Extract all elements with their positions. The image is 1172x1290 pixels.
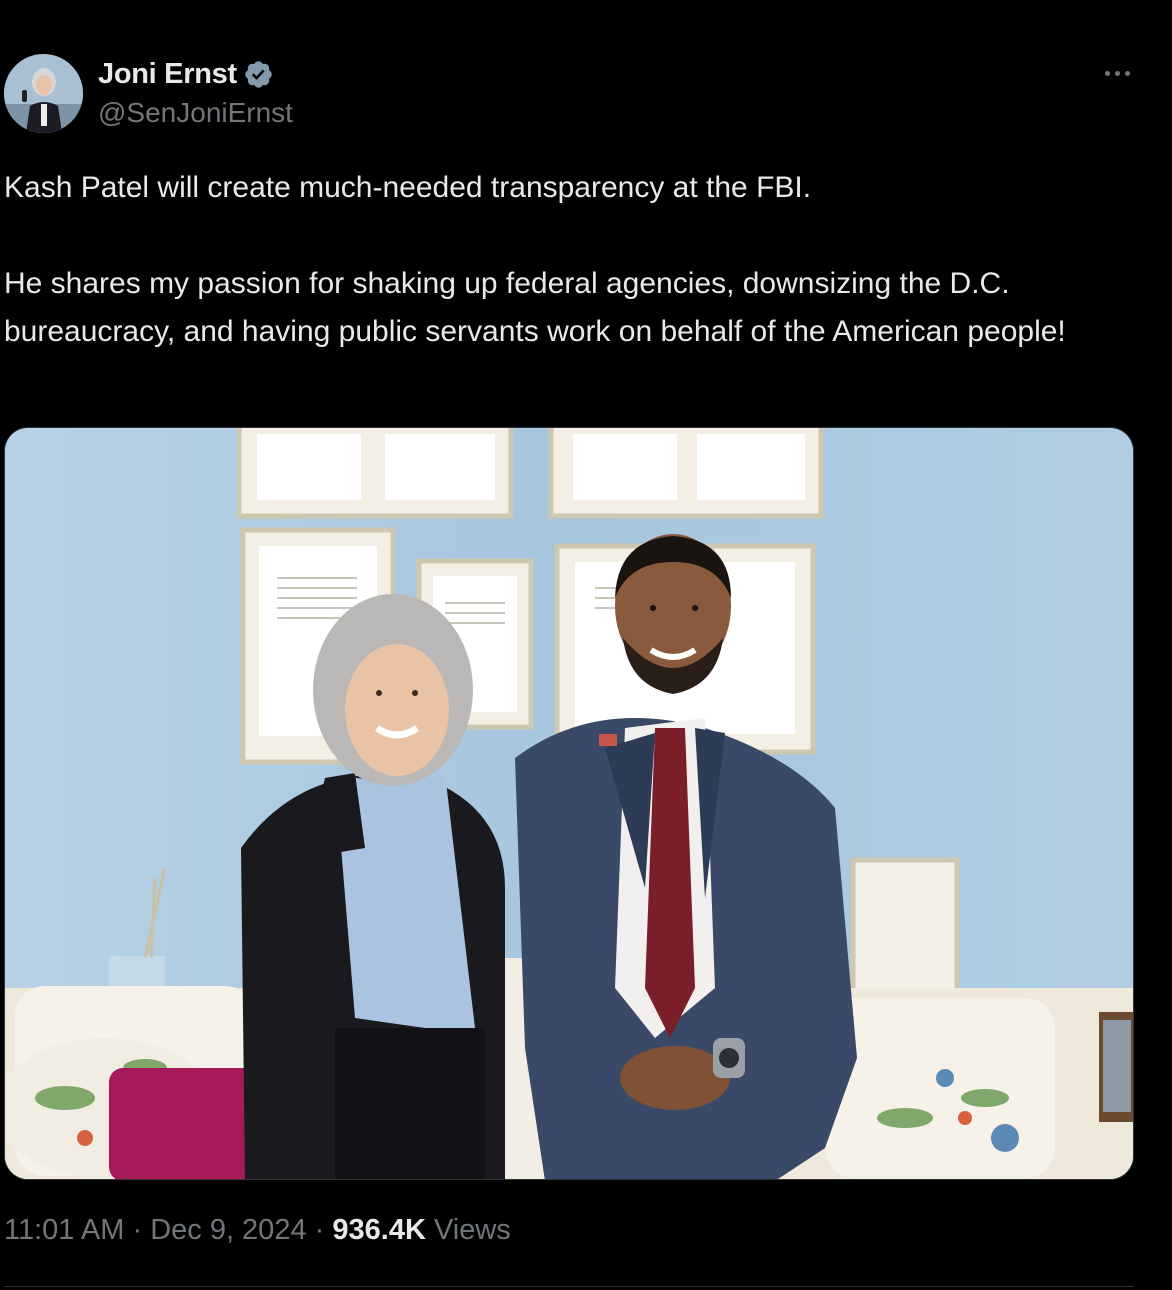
author-name-row: Joni Ernst <box>98 56 274 92</box>
views-label: Views <box>433 1214 511 1246</box>
tweet-photo[interactable] <box>4 427 1134 1180</box>
tweet-time: 11:01 AM <box>4 1214 125 1246</box>
tweet-text: Kash Patel will create much-needed trans… <box>4 164 1134 356</box>
avatar[interactable] <box>4 54 83 133</box>
tweet-timestamp[interactable]: 11:01 AM · Dec 9, 2024 <box>4 1214 307 1246</box>
author-handle[interactable]: @SenJoniErnst <box>98 97 293 129</box>
verified-badge-icon[interactable] <box>243 59 274 90</box>
tweet-date: Dec 9, 2024 <box>150 1214 307 1246</box>
divider <box>4 1286 1134 1287</box>
meta-separator: · <box>314 1214 325 1246</box>
author-display-name[interactable]: Joni Ernst <box>98 58 237 91</box>
views-count: 936.4K <box>332 1214 426 1246</box>
tweet-meta: 11:01 AM · Dec 9, 2024 · 936.4K Views <box>4 1214 511 1247</box>
tweet-paragraph: He shares my passion for shaking up fede… <box>4 267 1066 348</box>
meta-separator: · <box>132 1214 143 1246</box>
tweet-paragraph: Kash Patel will create much-needed trans… <box>4 171 812 204</box>
more-options-icon[interactable] <box>1096 58 1138 88</box>
tweet: Joni Ernst @SenJoniErnst Kash Patel will… <box>0 0 1172 1290</box>
photo-image <box>5 428 1133 1179</box>
avatar-image <box>4 54 83 133</box>
